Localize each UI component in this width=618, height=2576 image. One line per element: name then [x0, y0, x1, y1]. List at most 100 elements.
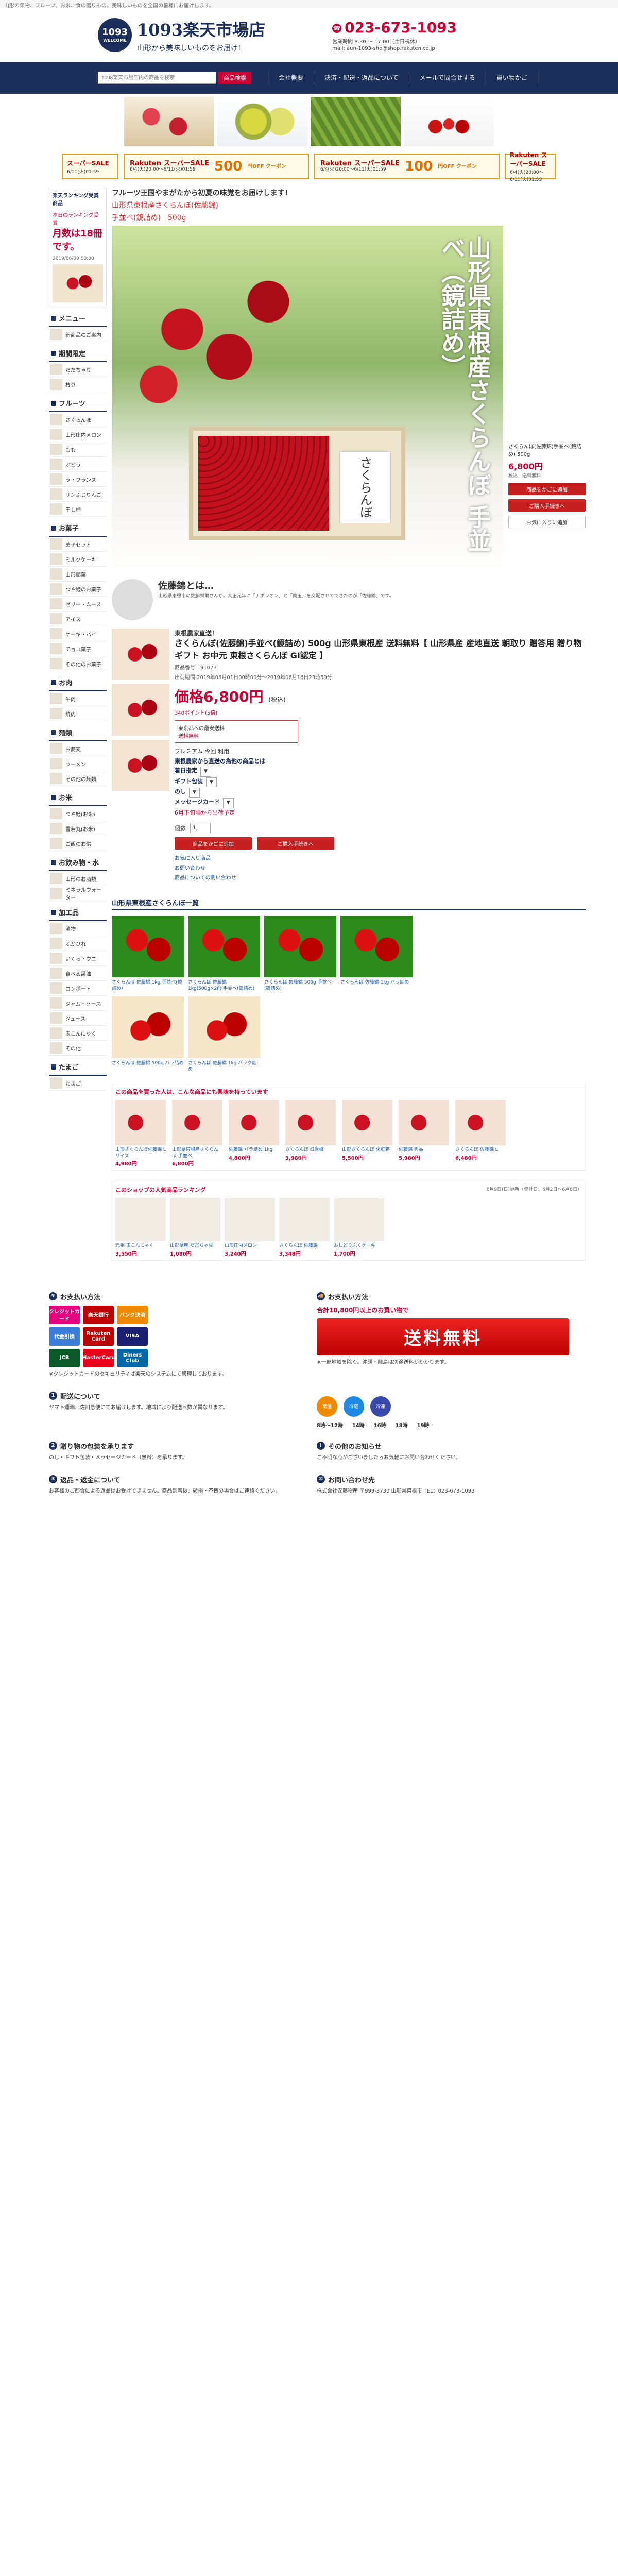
sidebar-item[interactable]: 焼肉	[49, 706, 107, 721]
nav-item-contact[interactable]: メールで問合せする	[408, 71, 486, 85]
sidebar-egg: たまご たまご	[49, 1059, 107, 1091]
temp-frozen: 冷凍	[370, 1396, 391, 1417]
related-card[interactable]: さくらんぼ 佐藤錦 L 6,480円	[455, 1099, 506, 1167]
sidebar-item[interactable]: 菓子セット	[49, 537, 107, 552]
banner-edamame[interactable]	[311, 97, 401, 146]
sidebar-item[interactable]: たまご	[49, 1076, 107, 1091]
link[interactable]: お気に入り商品	[175, 854, 586, 863]
buy-now-button[interactable]: ご購入手続きへ	[257, 837, 334, 850]
banner-row	[0, 94, 618, 149]
sidebar-item[interactable]: もも	[49, 442, 107, 457]
sidebar-item[interactable]: いくら・ウニ	[49, 951, 107, 966]
sidebar-item[interactable]: 山形のお酒類	[49, 871, 107, 886]
buy-now-button[interactable]: ご購入手続きへ	[508, 499, 586, 512]
sidebar-item[interactable]: 干し柿	[49, 502, 107, 517]
gift-wrap-select[interactable]: ▼	[206, 777, 217, 787]
product-card[interactable]: さくらんぼ 佐藤錦 1kg 手並べ(鏡詰め)	[112, 916, 184, 992]
related-card[interactable]: 山形さくらんぼ 化粧箱 5,500円	[342, 1099, 392, 1167]
banner-cherry[interactable]	[124, 97, 214, 146]
add-to-cart-button[interactable]: 商品をかごに追加	[508, 483, 586, 495]
sidebar-menu: メニュー 新商品のご案内	[49, 310, 107, 342]
sidebar-item[interactable]: つや姫のお菓子	[49, 582, 107, 597]
sidebar-item[interactable]: ゼリー・ムース	[49, 597, 107, 612]
payment-cod: 代金引換	[49, 1327, 80, 1346]
logo[interactable]: 1093 WELCOME 1093楽天市場店 山形から美味しいものをお届け!	[98, 17, 265, 53]
ranking-card[interactable]: おしどりふくケーキ 1,700円	[334, 1198, 384, 1257]
related-card[interactable]: 山形県東根産さくらんぼ 手並べ 6,800円	[172, 1099, 222, 1167]
sidebar-item[interactable]: 雪若丸(お米)	[49, 821, 107, 836]
detail-image[interactable]	[112, 740, 169, 791]
sidebar-item[interactable]: さくらんぼ	[49, 412, 107, 427]
sidebar-item[interactable]: 食べる醤油	[49, 966, 107, 981]
sidebar-item[interactable]: ぶどう	[49, 457, 107, 472]
banner-cherry-box[interactable]	[404, 97, 494, 146]
sidebar-item[interactable]: チョコ菓子	[49, 641, 107, 656]
sidebar-item[interactable]: 山形銘菓	[49, 567, 107, 582]
related-title: この商品を買った人は、こんな商品にも興味を持っています	[115, 1088, 268, 1095]
nav-item-company[interactable]: 会社概要	[268, 71, 314, 85]
related-card[interactable]: 佐藤錦 バラ詰め 1kg 4,800円	[229, 1099, 279, 1167]
noshi-select[interactable]: ▼	[189, 787, 200, 798]
quantity-input[interactable]	[190, 823, 211, 834]
product-card[interactable]: さくらんぼ 佐藤錦 1kg(500g×2P) 手並べ(鏡詰め)	[188, 916, 260, 992]
sidebar-item[interactable]: その他	[49, 1041, 107, 1056]
sidebar-item[interactable]: ふかひれ	[49, 936, 107, 951]
banner-melon[interactable]	[217, 97, 307, 146]
ranking-card[interactable]: 元祖 玉こんにゃく 3,550円	[115, 1198, 166, 1257]
link[interactable]: 商品についての問い合わせ	[175, 873, 586, 883]
sidebar-item[interactable]: 玉こんにゃく	[49, 1026, 107, 1041]
sidebar-item[interactable]: その他の麺類	[49, 771, 107, 786]
sidebar-item[interactable]: お蕎麦	[49, 741, 107, 756]
sidebar-item[interactable]: だだちゃ豆	[49, 362, 107, 377]
sidebar-item[interactable]: サンふじりんご	[49, 487, 107, 502]
add-to-cart-button[interactable]: 商品をかごに追加	[175, 837, 252, 850]
ranking-award-box[interactable]: 楽天ランキング受賞商品 本日のランキング受賞 月数は18冊です。 2019/06…	[49, 188, 107, 306]
sidebar-item[interactable]: ジュース	[49, 1011, 107, 1026]
sidebar-item[interactable]: 牛肉	[49, 691, 107, 706]
box-icon: 1	[49, 1392, 57, 1400]
product-grid: さくらんぼ 佐藤錦 1kg 手並べ(鏡詰め) さくらんぼ 佐藤錦 1kg(500…	[112, 916, 586, 1073]
coupon-banner[interactable]: Rakuten スーパーSALE 6/4(火)20:00〜6/11(火)01:59	[505, 151, 556, 182]
related-card[interactable]: 山形さくらんぼ佐藤錦 Lサイズ 4,980円	[115, 1099, 166, 1167]
sidebar-item[interactable]: 山形庄内メロン	[49, 427, 107, 442]
sidebar-item[interactable]: 新商品のご案内	[49, 327, 107, 342]
sidebar-item[interactable]: ジャム・ソース	[49, 996, 107, 1011]
search-button[interactable]: 商品検索	[218, 72, 251, 84]
nav-item-payment[interactable]: 決済・配送・返品について	[314, 71, 409, 85]
sidebar-item[interactable]: アイス	[49, 612, 107, 626]
sidebar-item[interactable]: ミルクケーキ	[49, 552, 107, 567]
coupon-banner[interactable]: Rakuten スーパーSALE 6/4(火)20:00〜6/11(火)01:59…	[314, 154, 500, 179]
related-card[interactable]: さくらんぼ 紅秀峰 3,980円	[285, 1099, 336, 1167]
product-card[interactable]: さくらんぼ 佐藤錦 500g 手並べ(鏡詰め)	[264, 916, 336, 992]
sidebar-item[interactable]: ケーキ・パイ	[49, 626, 107, 641]
sidebar-item[interactable]: コンポート	[49, 981, 107, 996]
related-card[interactable]: 佐藤錦 秀品 5,980円	[399, 1099, 449, 1167]
sidebar-item[interactable]: ご飯のお供	[49, 836, 107, 851]
sidebar-item[interactable]: ミネラルウォーター	[49, 886, 107, 901]
coupon-banner[interactable]: スーパーSALE 6/11(火)01:59	[62, 154, 118, 179]
sidebar-rice: お米 つや姫(お米) 雪若丸(お米) ご飯のお供	[49, 789, 107, 851]
detail-image[interactable]	[112, 684, 169, 736]
sidebar-item[interactable]: その他のお菓子	[49, 656, 107, 671]
main: フルーツ王国やまがたから初夏の味覚をお届けします！ 山形県東根産さくらんぼ(佐藤…	[112, 188, 586, 1261]
sidebar-item[interactable]: 枝豆	[49, 377, 107, 392]
ranking-card[interactable]: 山形県産 だだちゃ豆 1,080円	[170, 1198, 220, 1257]
sidebar-item[interactable]: ラーメン	[49, 756, 107, 771]
ranking-card[interactable]: 山形庄内メロン 3,240円	[225, 1198, 275, 1257]
delivery-date-select[interactable]: ▼	[200, 767, 211, 777]
product-card[interactable]: さくらんぼ 佐藤錦 500g バラ詰め	[112, 996, 184, 1073]
message-card-select[interactable]: ▼	[222, 798, 234, 808]
sidebar-item[interactable]: 漬物	[49, 921, 107, 936]
nav-item-cart[interactable]: 買い物かご	[485, 71, 538, 85]
ranking-card[interactable]: さくらんぼ 佐藤錦 3,348円	[279, 1198, 330, 1257]
detail-image[interactable]	[112, 629, 169, 680]
product-card[interactable]: さくらんぼ 佐藤錦 1kg パック詰め	[188, 996, 260, 1073]
product-card[interactable]: さくらんぼ 佐藤錦 1kg バラ詰め	[340, 916, 413, 992]
sidebar-item[interactable]: ラ・フランス	[49, 472, 107, 487]
link[interactable]: お問い合わせ	[175, 863, 586, 873]
search-input[interactable]	[98, 72, 216, 84]
coupon-banner[interactable]: Rakuten スーパーSALE 6/4(火)20:00〜6/11(火)01:59…	[124, 154, 309, 179]
wishlist-button[interactable]: お気に入りに追加	[508, 516, 586, 528]
sidebar-item[interactable]: つや姫(お米)	[49, 806, 107, 821]
panel-product-name: さくらんぼ(佐藤錦)手並べ(鏡詰め) 500g	[508, 444, 581, 457]
